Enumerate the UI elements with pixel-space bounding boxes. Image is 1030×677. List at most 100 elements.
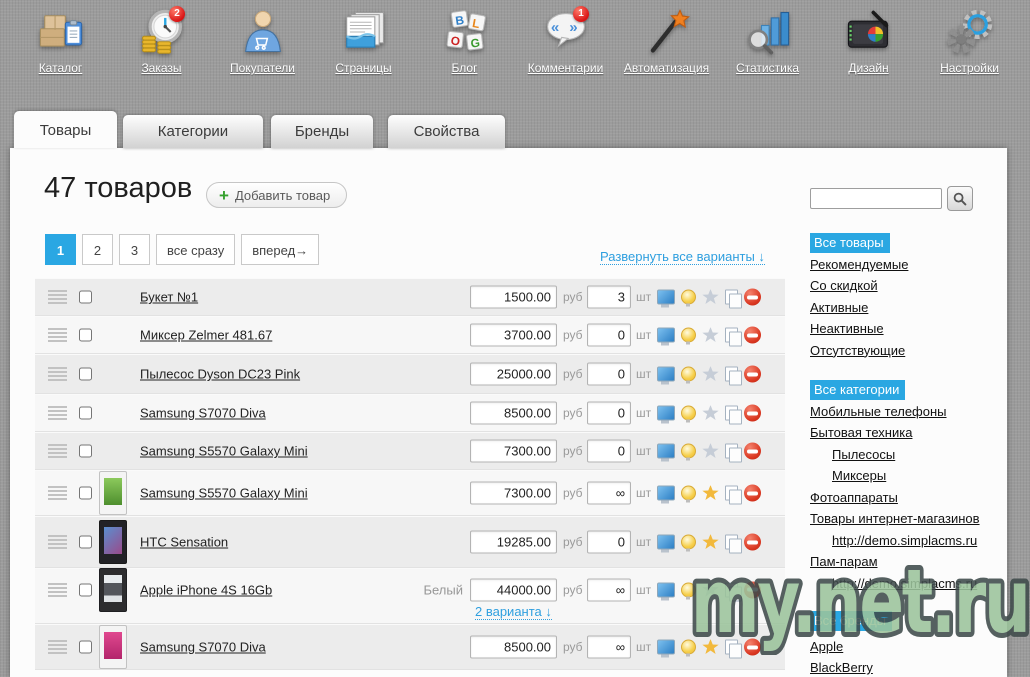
brand-apple[interactable]: Apple (810, 639, 843, 654)
monitor-icon[interactable] (657, 640, 675, 655)
price-input[interactable] (470, 482, 557, 505)
star-icon[interactable] (702, 327, 719, 343)
lightbulb-icon[interactable] (681, 486, 696, 501)
row-checkbox[interactable] (79, 445, 92, 458)
category-cameras[interactable]: Фотоаппараты (810, 490, 898, 505)
price-input[interactable] (470, 578, 557, 601)
qty-input[interactable] (587, 440, 631, 463)
delete-icon[interactable] (744, 366, 761, 383)
row-checkbox[interactable] (79, 407, 92, 420)
show-all-button[interactable]: все сразу (156, 234, 235, 265)
drag-handle-icon[interactable] (48, 535, 67, 549)
star-icon[interactable] (702, 582, 719, 598)
toolbar-item-pages[interactable]: Страницы (313, 6, 414, 75)
monitor-icon[interactable] (657, 367, 675, 382)
star-icon[interactable] (702, 534, 719, 550)
qty-input[interactable] (587, 363, 631, 386)
tab-properties[interactable]: Свойства (388, 115, 505, 148)
filter-active[interactable]: Активные (810, 300, 868, 315)
tab-products[interactable]: Товары (14, 111, 117, 148)
category-vacuums[interactable]: Пылесосы (832, 447, 895, 462)
qty-input[interactable] (587, 578, 631, 601)
lightbulb-icon[interactable] (681, 406, 696, 421)
star-icon[interactable] (702, 443, 719, 459)
price-input[interactable] (470, 440, 557, 463)
price-input[interactable] (470, 636, 557, 659)
toolbar-item-catalog[interactable]: Каталог (10, 6, 111, 75)
copy-icon[interactable] (725, 444, 738, 459)
search-button[interactable] (947, 186, 973, 211)
star-icon[interactable] (702, 639, 719, 655)
toolbar-item-blog[interactable]: B L O G Блог (414, 6, 515, 75)
variants-link[interactable]: 2 варианта ↓ (475, 604, 552, 620)
filter-out-of-stock[interactable]: Отсутствующие (810, 343, 905, 358)
tab-brands[interactable]: Бренды (271, 115, 373, 148)
product-name-link[interactable]: Samsung S5570 Galaxy Mini (140, 444, 308, 459)
product-name-link[interactable]: Samsung S7070 Diva (140, 640, 266, 655)
category-demo-simplacms-2[interactable]: http://demo.simplacms.ru (832, 576, 977, 591)
filter-all-products[interactable]: Все товары (810, 233, 890, 253)
qty-input[interactable] (587, 636, 631, 659)
qty-input[interactable] (587, 531, 631, 554)
delete-icon[interactable] (744, 534, 761, 551)
price-input[interactable] (470, 363, 557, 386)
copy-icon[interactable] (725, 328, 738, 343)
brand-blackberry[interactable]: BlackBerry (810, 660, 873, 675)
qty-input[interactable] (587, 402, 631, 425)
monitor-icon[interactable] (657, 406, 675, 421)
copy-icon[interactable] (725, 640, 738, 655)
star-icon[interactable] (702, 289, 719, 305)
toolbar-item-design[interactable]: Дизайн (818, 6, 919, 75)
drag-handle-icon[interactable] (48, 367, 67, 381)
drag-handle-icon[interactable] (48, 486, 67, 500)
row-checkbox[interactable] (79, 368, 92, 381)
drag-handle-icon[interactable] (48, 290, 67, 304)
price-input[interactable] (470, 531, 557, 554)
copy-icon[interactable] (725, 582, 738, 597)
filter-discounted[interactable]: Со скидкой (810, 278, 878, 293)
copy-icon[interactable] (725, 535, 738, 550)
star-icon[interactable] (702, 405, 719, 421)
category-mobile-phones[interactable]: Мобильные телефоны (810, 404, 947, 419)
toolbar-item-settings[interactable]: Настройки (919, 6, 1020, 75)
product-name-link[interactable]: Samsung S5570 Galaxy Mini (140, 486, 308, 501)
delete-icon[interactable] (744, 639, 761, 656)
copy-icon[interactable] (725, 367, 738, 382)
drag-handle-icon[interactable] (48, 328, 67, 342)
drag-handle-icon[interactable] (48, 583, 67, 597)
toolbar-item-comments[interactable]: 1 « » Комментарии (515, 6, 616, 75)
search-input[interactable] (810, 188, 942, 209)
product-name-link[interactable]: Samsung S7070 Diva (140, 406, 266, 421)
delete-icon[interactable] (744, 405, 761, 422)
tab-categories[interactable]: Категории (123, 115, 263, 148)
drag-handle-icon[interactable] (48, 444, 67, 458)
monitor-icon[interactable] (657, 444, 675, 459)
expand-all-variants-link[interactable]: Развернуть все варианты ↓ (600, 249, 765, 265)
lightbulb-icon[interactable] (681, 444, 696, 459)
row-checkbox[interactable] (79, 487, 92, 500)
add-product-button[interactable]: Добавить товар (206, 182, 347, 208)
row-checkbox[interactable] (79, 583, 92, 596)
page-button-3[interactable]: 3 (119, 234, 150, 265)
monitor-icon[interactable] (657, 486, 675, 501)
star-icon[interactable] (702, 485, 719, 501)
lightbulb-icon[interactable] (681, 367, 696, 382)
category-pam-param[interactable]: Пам-парам (810, 554, 878, 569)
delete-icon[interactable] (744, 581, 761, 598)
product-name-link[interactable]: Пылесос Dyson DC23 Pink (140, 367, 300, 382)
row-checkbox[interactable] (79, 329, 92, 342)
page-button-1[interactable]: 1 (45, 234, 76, 265)
drag-handle-icon[interactable] (48, 640, 67, 654)
product-name-link[interactable]: Apple iPhone 4S 16Gb (140, 582, 272, 597)
product-name-link[interactable]: HTC Sensation (140, 535, 228, 550)
brand-all[interactable]: Все бренды (810, 611, 892, 631)
copy-icon[interactable] (725, 486, 738, 501)
qty-input[interactable] (587, 324, 631, 347)
product-name-link[interactable]: Миксер Zelmer 481.67 (140, 328, 272, 343)
category-demo-simplacms[interactable]: http://demo.simplacms.ru (832, 533, 977, 548)
delete-icon[interactable] (744, 443, 761, 460)
price-input[interactable] (470, 402, 557, 425)
filter-inactive[interactable]: Неактивные (810, 321, 884, 336)
delete-icon[interactable] (744, 485, 761, 502)
toolbar-item-automation[interactable]: Автоматизация (616, 6, 717, 75)
